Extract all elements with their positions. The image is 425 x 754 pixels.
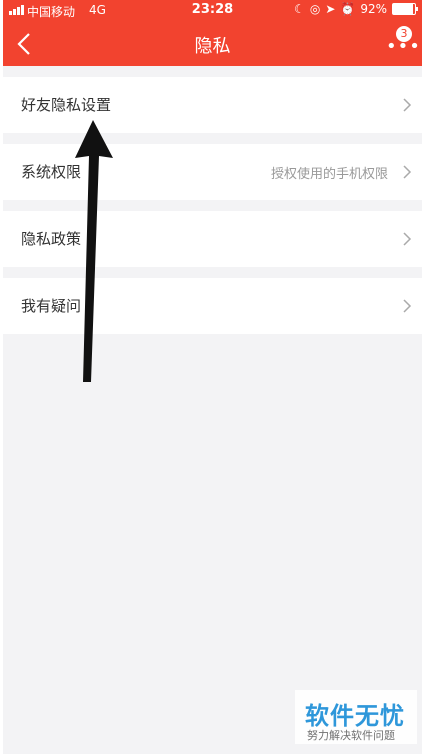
annotation-arrow-icon xyxy=(75,120,113,382)
battery-icon xyxy=(392,3,418,15)
row-label: 系统权限 xyxy=(21,163,82,181)
more-dots-icon: ••• xyxy=(386,36,421,57)
row-label: 好友隐私设置 xyxy=(21,96,112,114)
row-privacy-policy[interactable]: 隐私政策 xyxy=(3,211,422,267)
nav-bar: 隐私 3 ••• xyxy=(3,22,422,66)
watermark: 软件无忧 努力解决软件问题 xyxy=(295,690,417,744)
watermark-subtitle: 努力解决软件问题 xyxy=(307,729,395,742)
chevron-right-icon xyxy=(403,299,412,313)
row-label: 隐私政策 xyxy=(21,230,82,248)
location-icon: ➤ xyxy=(325,2,336,16)
row-questions[interactable]: 我有疑问 xyxy=(3,278,422,334)
more-button[interactable]: 3 ••• xyxy=(380,26,420,60)
page-title: 隐私 xyxy=(194,36,231,57)
battery-percent: 92% xyxy=(360,2,387,16)
alarm-icon: ⏰ xyxy=(340,2,356,16)
header: 中国移动 4G 23:28 ☾ ◎ ➤ ⏰ 92% 隐私 3 ••• xyxy=(3,0,422,66)
chevron-right-icon xyxy=(403,98,412,112)
watermark-title: 软件无忧 xyxy=(305,702,405,730)
lock-rotation-icon: ◎ xyxy=(309,2,321,16)
row-label: 我有疑问 xyxy=(21,297,82,315)
status-right: ☾ ◎ ➤ ⏰ 92% xyxy=(294,2,418,16)
screen: 中国移动 4G 23:28 ☾ ◎ ➤ ⏰ 92% 隐私 3 ••• 好友隐私设… xyxy=(3,0,422,754)
status-bar: 中国移动 4G 23:28 ☾ ◎ ➤ ⏰ 92% xyxy=(3,0,422,20)
row-friend-privacy[interactable]: 好友隐私设置 xyxy=(3,77,422,133)
chevron-right-icon xyxy=(403,232,412,246)
row-system-permissions[interactable]: 系统权限 授权使用的手机权限 xyxy=(3,144,422,200)
row-hint: 授权使用的手机权限 xyxy=(270,167,388,182)
chevron-right-icon xyxy=(403,165,412,179)
moon-icon: ☾ xyxy=(294,2,305,16)
